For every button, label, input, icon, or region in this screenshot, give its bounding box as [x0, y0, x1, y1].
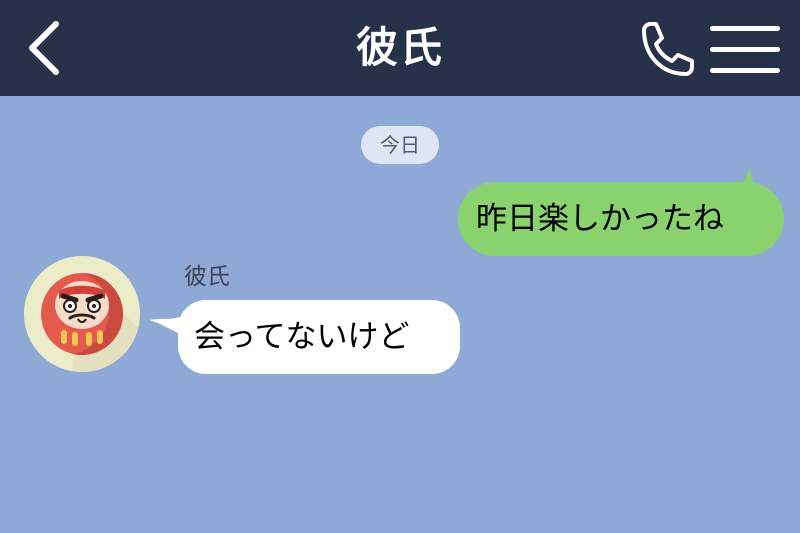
received-bubble: 会ってないけど	[178, 300, 460, 374]
hamburger-menu-icon	[710, 26, 780, 73]
chat-header: 彼氏	[0, 0, 800, 96]
daruma-icon	[24, 256, 140, 372]
date-separator: 今日	[361, 126, 439, 164]
sent-bubble: 昨日楽しかったね	[458, 182, 784, 256]
sent-message[interactable]: 昨日楽しかったね	[458, 168, 784, 262]
chevron-left-icon	[29, 21, 59, 75]
back-button[interactable]	[18, 18, 70, 78]
received-message-text: 会ってないけど	[194, 319, 410, 355]
menu-button[interactable]	[708, 24, 782, 76]
avatar[interactable]	[24, 256, 140, 372]
sent-message-text: 昨日楽しかったね	[476, 201, 724, 237]
chat-area[interactable]: 今日 昨日楽しかったね 彼氏 会ってないけど	[0, 96, 800, 533]
call-button[interactable]	[634, 18, 698, 82]
received-message[interactable]: 会ってないけど	[150, 300, 460, 374]
phone-icon	[642, 22, 694, 76]
sender-name: 彼氏	[184, 264, 230, 290]
chat-title: 彼氏	[355, 23, 444, 72]
